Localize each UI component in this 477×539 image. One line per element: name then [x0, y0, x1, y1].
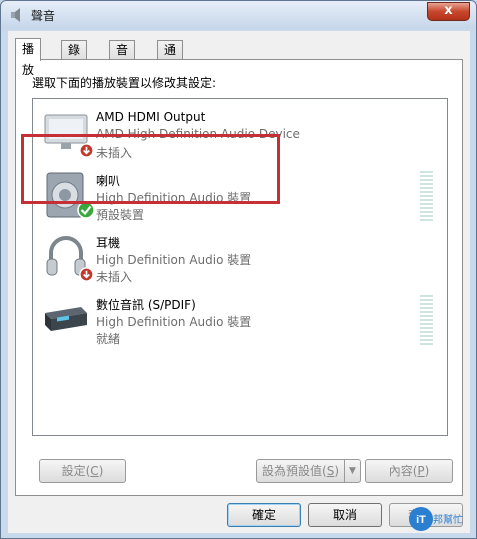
- sound-dialog-window: 聲音 x 播放 錄製 音效 通訊 選取下面的播放裝置以修改其設定:: [0, 0, 477, 539]
- device-description: High Definition Audio 裝置: [96, 315, 252, 329]
- device-description: AMD High Definition Audio Device: [96, 127, 300, 141]
- svg-text:邦幫忙: 邦幫忙: [433, 513, 463, 526]
- playback-tab-panel: 選取下面的播放裝置以修改其設定: AMD HDMI Output AMD Hig…: [15, 59, 463, 496]
- title-bar[interactable]: 聲音 x: [1, 1, 476, 29]
- configure-button[interactable]: 設定(C): [39, 459, 126, 483]
- ithome-watermark-logo: iT 邦幫忙: [408, 505, 468, 533]
- close-button[interactable]: x: [427, 2, 470, 21]
- playback-device-list[interactable]: AMD HDMI Output AMD High Definition Audi…: [32, 98, 448, 436]
- device-description: High Definition Audio 裝置: [96, 191, 252, 205]
- device-state: 預設裝置: [96, 208, 145, 222]
- device-name: 數位音訊 (S/PDIF): [96, 298, 196, 312]
- chevron-down-icon[interactable]: ▼: [344, 459, 361, 483]
- properties-button[interactable]: 內容(P): [365, 459, 453, 483]
- instruction-text: 選取下面的播放裝置以修改其設定:: [32, 76, 217, 90]
- device-name: 耳機: [96, 236, 121, 250]
- device-item-speakers[interactable]: 喇叭 High Definition Audio 裝置 預設裝置: [33, 165, 447, 227]
- spdif-receiver-icon: [45, 307, 87, 331]
- cancel-button[interactable]: 取消: [308, 503, 382, 527]
- device-state: 未插入: [96, 146, 133, 160]
- ok-button[interactable]: 確定: [227, 503, 301, 527]
- device-state: 就緒: [96, 332, 121, 346]
- device-item-headphones[interactable]: 耳機 High Definition Audio 裝置 未插入: [33, 227, 447, 289]
- volume-level-meter: [420, 171, 433, 221]
- set-default-button[interactable]: 設為預設值(S): [256, 459, 345, 483]
- device-description: High Definition Audio 裝置: [96, 253, 252, 267]
- device-name: AMD HDMI Output: [96, 110, 206, 124]
- speaker-app-icon: [11, 8, 20, 22]
- window-title: 聲音: [31, 9, 56, 23]
- default-check-icon: [77, 201, 95, 219]
- svg-text:iT: iT: [416, 514, 426, 526]
- dialog-client-area: 播放 錄製 音效 通訊 選取下面的播放裝置以修改其設定:: [8, 31, 470, 533]
- unplugged-badge-icon: [79, 143, 94, 158]
- unplugged-badge-icon: [79, 267, 94, 282]
- volume-level-meter: [420, 295, 433, 345]
- device-item-spdif[interactable]: 數位音訊 (S/PDIF) High Definition Audio 裝置 就…: [33, 289, 447, 351]
- tab-communications[interactable]: 通訊: [157, 40, 184, 76]
- tab-playback[interactable]: 播放: [15, 38, 42, 77]
- device-state: 未插入: [96, 270, 133, 284]
- tab-recording[interactable]: 錄製: [61, 40, 88, 76]
- tab-sounds[interactable]: 音效: [109, 40, 136, 76]
- device-name: 喇叭: [96, 174, 121, 188]
- device-item-amd-hdmi[interactable]: AMD HDMI Output AMD High Definition Audi…: [33, 103, 447, 165]
